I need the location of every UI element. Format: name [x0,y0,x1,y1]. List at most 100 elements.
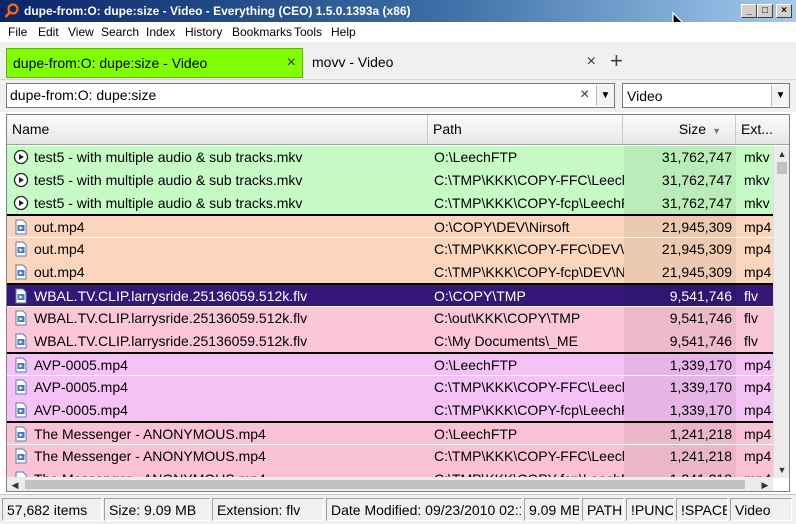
file-path: C:\My Documents\_ME [434,333,578,349]
filter-select[interactable]: Video ▼ [622,83,790,108]
tab-dupe-video[interactable]: dupe-from:O: dupe:size - Video × [6,48,303,78]
table-row[interactable]: test5 - with multiple audio & sub tracks… [7,192,773,215]
scroll-thumb[interactable] [777,162,787,174]
file-size: 21,945,309 [661,241,732,257]
file-path: O:\LeechFTP [434,149,518,165]
file-name: WBAL.TV.CLIP.larrysride.25136059.512k.fl… [34,288,308,304]
menu-file[interactable]: File [8,25,27,39]
maximize-button[interactable]: □ [757,4,773,18]
menu-edit[interactable]: Edit [38,25,59,39]
media-play-icon [13,172,29,188]
status-date-modified: Date Modified: 09/23/2010 02:17 [326,498,522,521]
table-row[interactable]: The Messenger - ANONYMOUS.mp4 O:\LeechFTP… [7,421,773,444]
status-item-count: 57,682 items [2,498,102,521]
sort-descending-icon: ▼ [712,126,721,136]
video-file-icon [15,426,27,442]
menu-view[interactable]: View [68,25,94,39]
video-file-icon [15,241,27,257]
status-size: Size: 9.09 MB [104,498,210,521]
minimize-button[interactable]: _ [741,4,757,18]
file-size: 21,945,309 [661,264,732,280]
file-name: WBAL.TV.CLIP.larrysride.25136059.512k.fl… [34,333,308,349]
column-name[interactable]: Name [7,115,428,144]
table-row[interactable]: out.mp4 C:\TMP\KKK\COPY-FFC\DEV\Nirsoft 21… [7,238,773,261]
menu-index[interactable]: Index [146,25,175,39]
scroll-left-icon[interactable]: ◀ [7,477,23,491]
file-name: test5 - with multiple audio & sub tracks… [34,149,303,165]
status-punc-flag[interactable]: !PUNC [626,498,674,521]
clear-search-icon[interactable]: × [580,86,589,104]
file-path: C:\TMP\KKK\COPY-fcp\DEV\Nirsoft [434,264,624,280]
file-path: C:\out\KKK\COPY\TMP [434,310,581,326]
horizontal-scrollbar[interactable]: ◀ ▶ [7,477,773,491]
table-row[interactable]: AVP-0005.mp4 C:\TMP\KKK\COPY-fcp\LeechFTP… [7,399,773,422]
file-path: C:\TMP\KKK\COPY-FFC\LeechFTP [434,172,624,188]
file-path: C:\TMP\KKK\COPY-FFC\LeechFTP [434,448,624,464]
close-button[interactable]: × [776,4,792,18]
file-name: out.mp4 [34,219,85,235]
file-path: C:\TMP\KKK\COPY-fcp\LeechFTP [434,402,624,418]
tab-bar: dupe-from:O: dupe:size - Video × movv - … [0,42,796,80]
status-space-flag[interactable]: !SPACE [676,498,728,521]
video-file-icon [15,310,27,326]
menu-bookmarks[interactable]: Bookmarks [232,25,292,39]
everything-logo-icon [4,3,19,18]
search-history-dropdown[interactable]: ▼ [596,85,614,106]
status-total-size: 9.09 MB [524,498,580,521]
file-size: 31,762,747 [661,172,732,188]
vertical-scrollbar[interactable]: ▲ ▼ [773,146,789,478]
file-name: test5 - with multiple audio & sub tracks… [34,195,303,211]
table-row[interactable]: WBAL.TV.CLIP.larrysride.25136059.512k.fl… [7,330,773,353]
scroll-up-icon[interactable]: ▲ [774,146,789,162]
status-bar: 57,682 items Size: 9.09 MB Extension: fl… [0,494,796,524]
file-name: AVP-0005.mp4 [34,379,128,395]
video-file-icon [15,264,27,280]
results-list[interactable]: Name Path Size ▼ Ext... test5 - with mult… [6,114,790,492]
video-file-icon [15,402,27,418]
table-row[interactable]: WBAL.TV.CLIP.larrysride.25136059.512k.fl… [7,307,773,330]
table-row[interactable]: WBAL.TV.CLIP.larrysride.25136059.512k.fl… [7,283,773,306]
file-size: 1,339,170 [669,379,732,395]
scroll-down-icon[interactable]: ▼ [774,462,789,478]
file-path: O:\COPY\DEV\Nirsoft [434,219,570,235]
menu-bar: File Edit View Search Index History Book… [0,22,796,42]
search-bar: × ▼ Video ▼ [0,80,796,112]
status-filter[interactable]: Video [730,498,792,521]
tab-movv-video[interactable]: movv - Video × [306,48,606,78]
video-file-icon [15,288,27,304]
video-file-icon [15,357,27,373]
tab-close-icon[interactable]: × [587,48,596,76]
table-row[interactable]: test5 - with multiple audio & sub tracks… [7,146,773,169]
menu-help[interactable]: Help [331,25,356,39]
video-file-icon [15,219,27,235]
table-row[interactable]: out.mp4 O:\COPY\DEV\Nirsoft 21,945,309 mp4 [7,214,773,237]
file-size: 31,762,747 [661,195,732,211]
column-extension[interactable]: Ext... [736,115,789,144]
scroll-right-icon[interactable]: ▶ [757,477,773,491]
table-row[interactable]: AVP-0005.mp4 O:\LeechFTP 1,339,170 mp4 [7,352,773,375]
file-path: O:\COPY\TMP [434,288,526,304]
search-box: × ▼ [6,83,615,108]
menu-tools[interactable]: Tools [294,25,322,39]
column-path[interactable]: Path [428,115,623,144]
file-size: 1,339,170 [669,357,732,373]
file-name: AVP-0005.mp4 [34,357,128,373]
window-title: dupe-from:O: dupe:size - Video - Everyth… [24,4,411,18]
menu-history[interactable]: History [185,25,222,39]
status-path-flag[interactable]: PATH [582,498,624,521]
new-tab-button[interactable]: + [610,50,623,72]
table-row[interactable]: The Messenger - ANONYMOUS.mp4 C:\TMP\KKK\… [7,445,773,468]
file-name: AVP-0005.mp4 [34,402,128,418]
table-row[interactable]: out.mp4 C:\TMP\KKK\COPY-fcp\DEV\Nirsoft 21… [7,261,773,284]
menu-search[interactable]: Search [101,25,139,39]
file-path: C:\TMP\KKK\COPY-FFC\DEV\Nirsoft [434,241,624,257]
tab-close-icon[interactable]: × [287,49,296,77]
table-row[interactable]: test5 - with multiple audio & sub tracks… [7,169,773,192]
table-row[interactable]: AVP-0005.mp4 C:\TMP\KKK\COPY-FFC\LeechFTP… [7,376,773,399]
chevron-down-icon[interactable]: ▼ [771,85,789,106]
search-input[interactable] [10,87,570,103]
media-play-icon [13,149,29,165]
column-size[interactable]: Size ▼ [623,115,736,144]
file-name: out.mp4 [34,241,85,257]
scroll-thumb[interactable] [25,480,745,489]
